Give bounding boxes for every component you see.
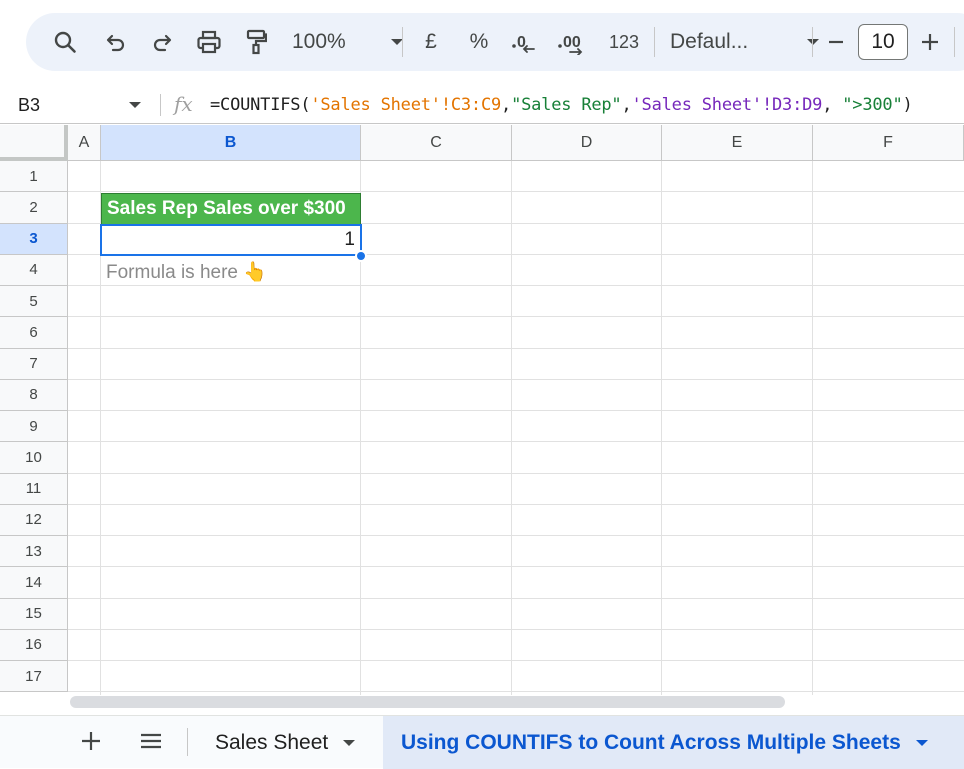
- font-size-input[interactable]: 10: [858, 24, 908, 60]
- toolbar: 100% £ % 0 00 123 Defaul... 10: [26, 13, 964, 71]
- row-gridline: [68, 566, 964, 568]
- redo-icon[interactable]: [148, 13, 176, 71]
- column-gridline: [661, 161, 662, 695]
- function-icon: fx: [174, 92, 193, 116]
- row-header-2[interactable]: 2: [0, 192, 68, 224]
- toolbar-divider: [654, 27, 655, 57]
- font-select[interactable]: Defaul...: [670, 13, 820, 71]
- row-gridline: [68, 628, 964, 630]
- zoom-select[interactable]: 100%: [292, 13, 404, 71]
- row-gridline: [68, 535, 964, 536]
- more-formats-button[interactable]: 123: [604, 13, 644, 71]
- row-header-14[interactable]: 14: [0, 567, 68, 599]
- plus-icon: [922, 34, 938, 50]
- row-gridline: [68, 347, 964, 349]
- select-all-corner[interactable]: [0, 125, 68, 161]
- all-sheets-menu-icon[interactable]: [139, 730, 163, 757]
- row-header-5[interactable]: 5: [0, 286, 68, 318]
- cell-b2-header[interactable]: Sales Rep Sales over $300: [101, 193, 361, 225]
- chevron-down-icon[interactable]: [342, 739, 356, 747]
- font-value: Defaul...: [670, 30, 749, 53]
- column-header-d[interactable]: D: [512, 125, 662, 161]
- row-gridline: [68, 472, 964, 474]
- row-header-12[interactable]: 12: [0, 504, 68, 536]
- sheet-tab-active[interactable]: Using COUNTIFS to Count Across Multiple …: [383, 716, 964, 769]
- increase-font-size-button[interactable]: [918, 13, 942, 71]
- sheet-tab-label: Sales Sheet: [215, 730, 329, 754]
- decrease-decimal-button[interactable]: 0: [510, 13, 538, 71]
- chevron-down-icon[interactable]: [128, 101, 142, 109]
- formula-token: ">300": [842, 95, 903, 115]
- row-gridline: [68, 441, 964, 443]
- column-header-a[interactable]: A: [68, 125, 101, 161]
- spreadsheet-grid[interactable]: A B C D E F 1 2 3 4 5 6 7 8 9 10 11 12 13 14 15 16 17 Sa…: [0, 125, 964, 695]
- tab-divider: [187, 728, 188, 756]
- formula-token: 'Sales Sheet'!D3:D9: [631, 95, 823, 115]
- toolbar-divider: [954, 27, 955, 57]
- row-gridline: [68, 691, 964, 693]
- decrease-font-size-button[interactable]: [824, 13, 848, 71]
- row-header-11[interactable]: 11: [0, 473, 68, 505]
- row-header-16[interactable]: 16: [0, 629, 68, 661]
- sheet-tab-label: Using COUNTIFS to Count Across Multiple …: [401, 730, 901, 754]
- chevron-down-icon: [807, 39, 819, 45]
- row-gridline: [68, 410, 964, 411]
- row-gridline: [68, 316, 964, 318]
- zoom-value: 100%: [292, 30, 346, 53]
- paint-format-icon[interactable]: [242, 13, 270, 71]
- row-gridline: [68, 597, 964, 599]
- row-header-7[interactable]: 7: [0, 348, 68, 380]
- horizontal-scrollbar[interactable]: [70, 696, 785, 708]
- row-header-8[interactable]: 8: [0, 379, 68, 411]
- print-icon[interactable]: [194, 13, 224, 71]
- column-header-f[interactable]: F: [813, 125, 964, 161]
- formula-token: ): [902, 95, 913, 115]
- toolbar-area: 100% £ % 0 00 123 Defaul... 10: [0, 0, 964, 86]
- row-header-15[interactable]: 15: [0, 598, 68, 630]
- percent-format-button[interactable]: %: [466, 13, 492, 71]
- column-header-b[interactable]: B: [101, 125, 361, 161]
- row-header-6[interactable]: 6: [0, 317, 68, 349]
- toolbar-divider: [812, 27, 813, 57]
- formula-token: ,: [822, 95, 843, 115]
- increase-decimal-button[interactable]: 00: [556, 13, 588, 71]
- increase-decimal-icon: 00: [558, 34, 583, 55]
- formula-bar: B3 fx =COUNTIFS('Sales Sheet'!C3:C9,"Sal…: [0, 86, 964, 124]
- row-header-10[interactable]: 10: [0, 442, 68, 474]
- row-gridline: [68, 660, 964, 661]
- formula-token: ,: [621, 95, 632, 115]
- cell-b3-result[interactable]: 1: [101, 224, 361, 256]
- column-header-e[interactable]: E: [662, 125, 813, 161]
- chevron-down-icon[interactable]: [915, 739, 929, 747]
- search-icon[interactable]: [50, 13, 80, 71]
- add-sheet-icon[interactable]: [80, 730, 102, 757]
- formula-token: "Sales Rep": [511, 95, 622, 115]
- formula-divider: [160, 94, 161, 116]
- column-header-c[interactable]: C: [361, 125, 512, 161]
- sheet-tab-bar: Sales Sheet Using COUNTIFS to Count Acro…: [0, 715, 964, 769]
- formula-token: ,: [501, 95, 512, 115]
- toolbar-divider: [402, 27, 403, 57]
- row-header-13[interactable]: 13: [0, 536, 68, 568]
- sheet-tab-sales-sheet[interactable]: Sales Sheet: [215, 716, 356, 769]
- undo-icon[interactable]: [102, 13, 130, 71]
- row-gridline: [68, 378, 964, 380]
- currency-format-button[interactable]: £: [420, 13, 442, 71]
- decrease-decimal-icon: 0: [512, 34, 535, 53]
- formula-token: =COUNTIFS(: [210, 95, 311, 115]
- formula-input[interactable]: =COUNTIFS('Sales Sheet'!C3:C9,"Sales Rep…: [210, 95, 913, 115]
- cell-b4-note[interactable]: Formula is here 👆: [101, 256, 361, 287]
- row-header-4[interactable]: 4: [0, 254, 68, 286]
- column-gridline: [812, 161, 813, 695]
- row-header-1[interactable]: 1: [0, 161, 68, 193]
- row-header-3[interactable]: 3: [0, 223, 68, 255]
- minus-icon: [829, 40, 843, 44]
- row-header-9[interactable]: 9: [0, 411, 68, 443]
- row-header-17[interactable]: 17: [0, 661, 68, 693]
- formula-token: 'Sales Sheet'!C3:C9: [310, 95, 502, 115]
- row-gridline: [68, 503, 964, 505]
- column-gridline: [511, 161, 512, 695]
